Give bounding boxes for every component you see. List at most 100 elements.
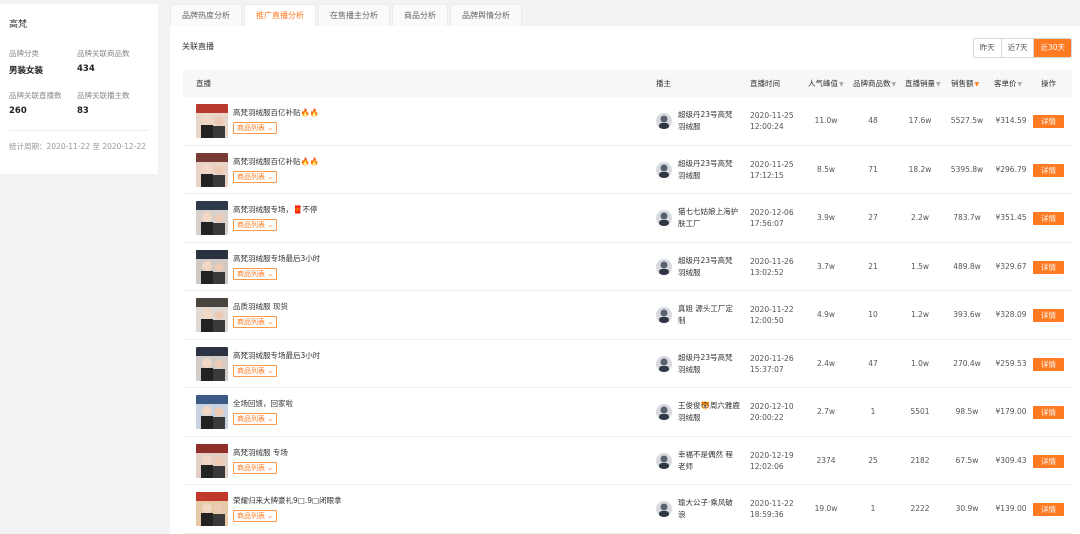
stat-live-count: 品牌关联直播数 260 <box>9 90 77 116</box>
live-sales-value: 1.5w <box>910 261 930 271</box>
live-thumbnail[interactable] <box>196 492 228 526</box>
goods-list-dropdown[interactable]: 商品列表 ⌄ <box>233 413 278 425</box>
brand-summary-panel: 高梵 品牌分类 男装女装 品牌关联商品数 434 品牌关联直播数 260 品牌关… <box>0 4 158 174</box>
live-title[interactable]: 高梵羽绒服专场，🧧不停 <box>233 204 317 215</box>
live-title[interactable]: 品质羽绒服 现货 <box>233 301 288 312</box>
col-live-sales-sort[interactable]: 直播销量▼ <box>905 70 941 98</box>
live-sales-value: 2.2w <box>910 213 930 222</box>
anchor-name[interactable]: 超级丹23号高梵羽绒服 <box>678 255 740 279</box>
range-30days-button[interactable]: 近30天 <box>1034 39 1071 57</box>
live-title[interactable]: 高梵羽绒服百亿补贴🔥🔥 <box>233 156 319 167</box>
goods-list-dropdown[interactable]: 商品列表 ⌄ <box>233 219 278 231</box>
anchor-name[interactable]: 真姐 源头工厂定制 <box>678 303 740 327</box>
anchor-name[interactable]: 瑜大公子·乘风破浪 <box>678 497 740 521</box>
stat-anchor-count: 品牌关联播主数 83 <box>77 90 157 116</box>
live-title[interactable]: 高梵羽绒服 专场 <box>233 447 288 458</box>
live-title[interactable]: 全场回馈，回家啦 <box>233 398 293 409</box>
live-thumbnail[interactable] <box>196 152 228 187</box>
anchor-avatar[interactable] <box>656 501 672 517</box>
range-7days-button[interactable]: 近7天 <box>1001 39 1035 57</box>
stat-value: 83 <box>77 106 89 116</box>
tab-anchor-analysis[interactable]: 在售播主分析 <box>318 4 390 26</box>
anchor-name[interactable]: 超级丹23号高梵羽绒服 <box>678 158 740 182</box>
detail-button[interactable]: 详情 <box>1033 115 1064 128</box>
detail-button[interactable]: 详情 <box>1033 454 1064 468</box>
revenue-value: 30.9w <box>955 504 979 513</box>
goods-list-dropdown[interactable]: 商品列表 ⌄ <box>233 316 278 328</box>
live-sales-value: 1.2w <box>910 310 930 319</box>
table-row: 品质羽绒服 现货 商品列表 ⌄ 真姐 源头工厂定制 2020-11-22 12:… <box>183 291 1072 340</box>
anchor-name[interactable]: 幸福不是偶然 程老师 <box>678 449 740 473</box>
goods-list-dropdown[interactable]: 商品列表 ⌄ <box>233 364 278 377</box>
live-time: 2020-11-25 17:12:15 <box>750 159 794 180</box>
anchor-avatar[interactable] <box>656 210 672 226</box>
brand-goods-value: 1 <box>870 504 876 513</box>
popularity-value: 2.7w <box>816 407 836 416</box>
col-brand-goods-sort[interactable]: 品牌商品数▼ <box>853 70 896 98</box>
live-thumbnail[interactable] <box>196 346 228 381</box>
col-unit-price-sort[interactable]: 客单价▼ <box>994 70 1022 98</box>
goods-list-label: 商品列表 <box>237 269 265 278</box>
anchor-name[interactable]: 猫七七姑娘上海护肤工厂 <box>678 206 740 230</box>
detail-button[interactable]: 详情 <box>1033 309 1064 322</box>
revenue-value: 489.8w <box>953 261 981 271</box>
live-sales-value: 1.0w <box>910 358 930 368</box>
revenue-value: 5395.8w <box>950 164 984 174</box>
anchor-avatar[interactable] <box>656 452 672 469</box>
live-thumbnail[interactable] <box>196 104 228 138</box>
popularity-value: 2.4w <box>816 358 836 368</box>
tab-promo-live[interactable]: 推广直播分析 <box>244 4 316 26</box>
chevron-down-icon: ⌄ <box>267 221 274 229</box>
popularity-value: 19.0w <box>814 504 838 513</box>
goods-list-dropdown[interactable]: 商品列表 ⌄ <box>233 461 278 474</box>
detail-button[interactable]: 详情 <box>1033 357 1064 371</box>
chevron-down-icon: ⌄ <box>267 463 274 472</box>
detail-button[interactable]: 详情 <box>1033 503 1064 516</box>
revenue-value: 98.5w <box>955 407 979 416</box>
detail-button[interactable]: 详情 <box>1033 260 1064 274</box>
live-thumbnail[interactable] <box>196 395 228 429</box>
unit-price-value: ¥351.45 <box>995 213 1027 222</box>
anchor-avatar[interactable] <box>656 355 672 372</box>
table-row: 高梵羽绒服百亿补贴🔥🔥 商品列表 ⌄ 超级丹23号高梵羽绒服 2020-11-2… <box>183 97 1072 146</box>
detail-button[interactable]: 详情 <box>1033 163 1064 177</box>
anchor-name[interactable]: 超级丹23号高梵羽绒服 <box>678 352 740 376</box>
col-popularity-sort[interactable]: 人气峰值▼ <box>808 70 844 98</box>
tab-goods-analysis[interactable]: 商品分析 <box>392 4 448 26</box>
anchor-avatar[interactable] <box>656 113 672 129</box>
goods-list-dropdown[interactable]: 商品列表 ⌄ <box>233 267 278 280</box>
anchor-name[interactable]: 超级丹23号高梵羽绒服 <box>678 109 740 133</box>
range-yesterday-button[interactable]: 昨天 <box>973 39 1002 57</box>
analysis-tabs: 品牌热度分析 推广直播分析 在售播主分析 商品分析 品牌舆情分析 <box>170 4 524 26</box>
goods-list-dropdown[interactable]: 商品列表 ⌄ <box>233 170 278 183</box>
live-thumbnail[interactable] <box>196 201 228 235</box>
table-row: 高梵羽绒服专场，🧧不停 商品列表 ⌄ 猫七七姑娘上海护肤工厂 2020-12-0… <box>183 194 1072 243</box>
live-time: 2020-11-26 13:02:52 <box>750 256 794 277</box>
goods-list-dropdown[interactable]: 商品列表 ⌄ <box>233 122 278 134</box>
tab-brand-heat[interactable]: 品牌热度分析 <box>170 4 242 26</box>
tab-sentiment-analysis[interactable]: 品牌舆情分析 <box>450 4 522 26</box>
live-sales-value: 18.2w <box>908 164 932 174</box>
live-title[interactable]: 高梵羽绒服专场最后3小时 <box>233 253 320 264</box>
anchor-name[interactable]: 王俊俊🐯周六雅鹿羽绒服 <box>678 400 740 424</box>
live-title[interactable]: 荣耀归来大牌豪礼9□.9□闭眼拿 <box>233 495 342 506</box>
detail-button[interactable]: 详情 <box>1033 212 1064 225</box>
col-brand-goods: 品牌商品数 <box>853 79 891 88</box>
col-action: 操作 <box>1041 79 1056 88</box>
col-revenue-sort[interactable]: 销售额▼ <box>951 70 979 98</box>
anchor-avatar[interactable] <box>656 307 672 323</box>
goods-list-dropdown[interactable]: 商品列表 ⌄ <box>233 510 278 522</box>
detail-button[interactable]: 详情 <box>1033 406 1064 419</box>
anchor-avatar[interactable] <box>656 258 672 275</box>
goods-list-label: 商品列表 <box>237 463 265 472</box>
live-title[interactable]: 高梵羽绒服专场最后3小时 <box>233 350 320 361</box>
live-thumbnail[interactable] <box>196 298 228 332</box>
live-time: 2020-11-22 18:59:36 <box>750 499 794 519</box>
unit-price-value: ¥328.09 <box>995 310 1027 319</box>
live-thumbnail[interactable] <box>196 443 228 478</box>
live-thumbnail[interactable] <box>196 249 228 284</box>
anchor-avatar[interactable] <box>656 404 672 420</box>
live-time: 2020-12-19 12:02:06 <box>750 450 794 471</box>
anchor-avatar[interactable] <box>656 161 672 178</box>
live-title[interactable]: 高梵羽绒服百亿补贴🔥🔥 <box>233 107 319 118</box>
